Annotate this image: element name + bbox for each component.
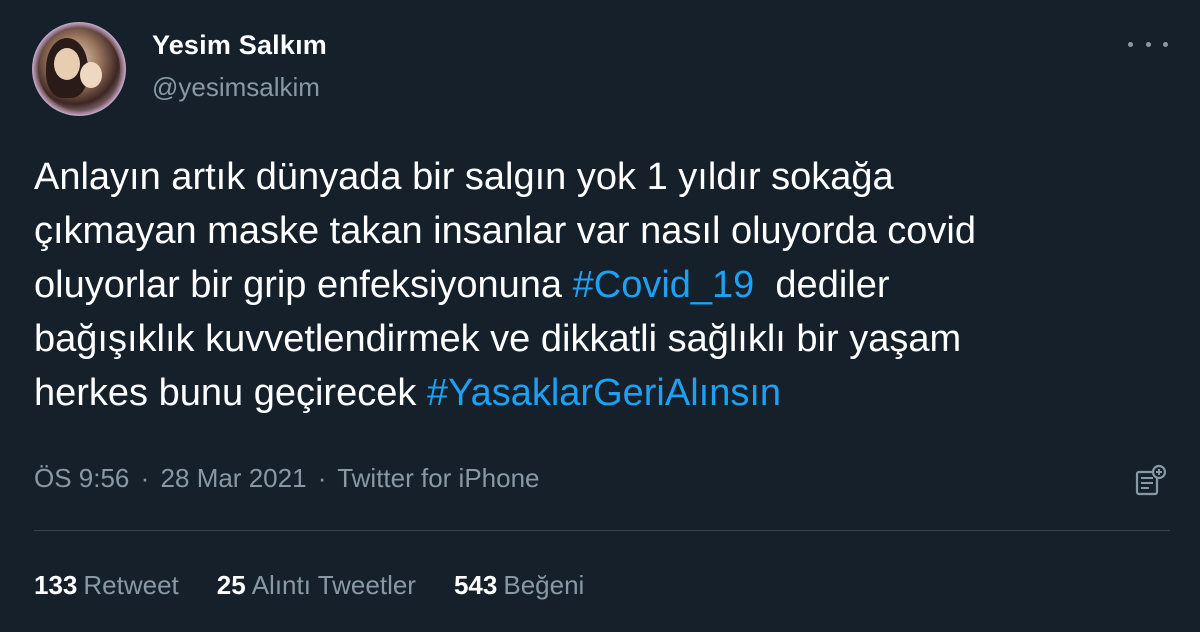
author-handle[interactable]: @yesimsalkim — [152, 72, 320, 103]
meta-separator: · — [317, 463, 327, 493]
divider — [34, 530, 1170, 531]
more-horizontal-icon[interactable] — [1128, 34, 1168, 54]
hashtag-link[interactable]: #Covid_19 — [573, 264, 755, 306]
tweet-time[interactable]: ÖS 9:56 — [34, 463, 129, 493]
tweet-text-line: Anlayın artık dünyada bir salgın yok 1 y… — [34, 150, 1174, 204]
tweet-text-segment: çıkmayan maske takan insanlar var nasıl … — [34, 210, 977, 252]
tweet-source[interactable]: Twitter for iPhone — [337, 463, 539, 493]
tweet-text-line: herkes bunu geçirecek #YasaklarGeriAlıns… — [34, 366, 1174, 420]
tweet-text-segment: bağışıklık kuvvetlendirmek ve dikkatli s… — [34, 318, 962, 360]
tweet-text-segment: Anlayın artık dünyada bir salgın yok 1 y… — [34, 156, 894, 198]
tweet-text-line: çıkmayan maske takan insanlar var nasıl … — [34, 204, 1174, 258]
tweet-text-segment: herkes bunu geçirecek — [34, 372, 427, 414]
like-count[interactable]: 543 Beğeni — [454, 570, 584, 601]
hashtag-link[interactable]: #YasaklarGeriAlınsın — [427, 372, 781, 414]
avatar[interactable] — [32, 22, 126, 116]
tweet-date[interactable]: 28 Mar 2021 — [161, 463, 307, 493]
author-display-name[interactable]: Yesim Salkım — [152, 30, 327, 61]
meta-separator: · — [140, 463, 150, 493]
tweet-meta: ÖS 9:56 · 28 Mar 2021 · Twitter for iPho… — [34, 463, 540, 494]
quote-tweet-count[interactable]: 25 Alıntı Tweetler — [217, 570, 416, 601]
analytics-icon[interactable] — [1132, 463, 1168, 499]
tweet-card: Yesim Salkım @yesimsalkim Anlayın artık … — [0, 0, 1200, 632]
tweet-text-line: bağışıklık kuvvetlendirmek ve dikkatli s… — [34, 312, 1174, 366]
tweet-text-line: oluyorlar bir grip enfeksiyonuna #Covid_… — [34, 258, 1174, 312]
tweet-text-segment: dediler — [754, 264, 890, 306]
tweet-stats: 133 Retweet 25 Alıntı Tweetler 543 Beğeni — [34, 570, 584, 601]
tweet-text: Anlayın artık dünyada bir salgın yok 1 y… — [34, 150, 1174, 420]
tweet-text-segment: oluyorlar bir grip enfeksiyonuna — [34, 264, 573, 306]
retweet-count[interactable]: 133 Retweet — [34, 570, 179, 601]
